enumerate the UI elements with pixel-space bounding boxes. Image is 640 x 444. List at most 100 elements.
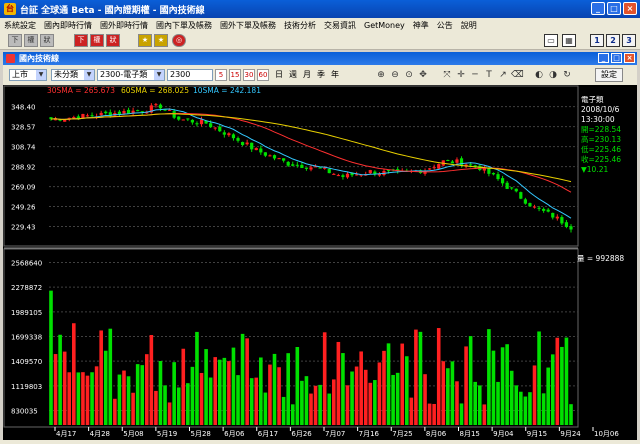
candle-body: [222, 132, 226, 135]
candle-body: [459, 158, 464, 166]
volume-bar: [377, 362, 382, 425]
period-5min-button[interactable]: 5: [215, 69, 227, 81]
period-30min-button[interactable]: 30: [243, 69, 255, 81]
volume-bar: [550, 354, 555, 425]
candle-body: [505, 182, 509, 189]
date-tick-label: 9月24: [560, 430, 581, 438]
menu-item-notice[interactable]: 公告: [437, 20, 453, 31]
market-select[interactable]: 上市 ▼: [9, 69, 47, 81]
candle-body: [240, 142, 245, 146]
toolbar-star-icon-2[interactable]: ★: [154, 34, 168, 47]
minimize-button[interactable]: _: [591, 2, 605, 15]
candle-body: [528, 203, 532, 207]
period-15min-button[interactable]: 15: [229, 69, 241, 81]
volume-bar: [290, 404, 295, 425]
line-tool-icon[interactable]: ─: [469, 69, 481, 81]
volume-bar: [181, 348, 186, 425]
menu-item-domestic-quotes[interactable]: 國內即時行情: [44, 20, 92, 31]
candle-body: [209, 123, 213, 128]
zoom-icon[interactable]: ⊙: [403, 69, 415, 81]
category-select[interactable]: 未分類 ▼: [51, 69, 95, 81]
code-input[interactable]: 2300: [167, 69, 213, 81]
date-tick-label: 7月16: [359, 430, 380, 438]
window-list-icon[interactable]: ▭: [544, 34, 558, 47]
menu-item-system[interactable]: 系統設定: [4, 20, 36, 31]
menu-item-help[interactable]: 說明: [461, 20, 477, 31]
toolbar-button-6[interactable]: 狀: [106, 34, 120, 47]
maximize-button[interactable]: □: [607, 2, 621, 15]
volume-bar: [163, 385, 167, 425]
zoom-out-icon[interactable]: ⊖: [389, 69, 401, 81]
toolbar-button-3[interactable]: 狀: [40, 34, 54, 47]
candle-body: [172, 111, 176, 118]
crosshair-icon[interactable]: ✛: [455, 69, 467, 81]
menu-item-getmoney[interactable]: GetMoney: [364, 21, 405, 30]
volume-bar: [186, 383, 190, 425]
fit-icon[interactable]: ⤧: [441, 69, 453, 81]
close-button[interactable]: ×: [623, 2, 637, 15]
refresh-icon[interactable]: ↻: [561, 69, 573, 81]
eraser-icon[interactable]: ⌫: [511, 69, 524, 81]
menu-item-foreign-orders[interactable]: 國外下單及帳務: [220, 20, 276, 31]
candle-body: [99, 112, 103, 116]
period-year-button[interactable]: 年: [331, 69, 339, 81]
menu-item-technical[interactable]: 技術分析: [284, 20, 316, 31]
candle-body: [81, 114, 85, 119]
menu-item-shenzhun[interactable]: 神準: [413, 20, 429, 31]
volume-bar: [281, 396, 286, 425]
volume-bar: [167, 402, 172, 425]
tile-icon[interactable]: ▦: [562, 34, 576, 47]
volume-bar: [85, 375, 90, 425]
settings-button[interactable]: 設定: [595, 68, 623, 82]
toolbar-star-icon[interactable]: ★: [138, 34, 152, 47]
volume-bar: [58, 334, 62, 425]
indicator-icon[interactable]: ◐: [533, 69, 545, 81]
menu-item-foreign-quotes[interactable]: 國外即時行情: [100, 20, 148, 31]
toolbar-button-1[interactable]: 下: [8, 34, 22, 47]
period-60min-button[interactable]: 60: [257, 69, 269, 81]
color-icon[interactable]: ◑: [547, 69, 559, 81]
layout-3-button[interactable]: 3: [622, 34, 636, 47]
volume-bar: [468, 336, 473, 425]
text-tool-icon[interactable]: T: [483, 69, 495, 81]
toolbar-logo-icon[interactable]: ◎: [172, 34, 186, 47]
move-icon[interactable]: ✥: [417, 69, 429, 81]
layout-2-button[interactable]: 2: [606, 34, 620, 47]
toolbar-button-2[interactable]: 權: [24, 34, 38, 47]
volume-bar: [99, 330, 103, 425]
info-change: ▼10.21: [581, 165, 608, 174]
candle-body: [487, 168, 491, 174]
arrow-tool-icon[interactable]: ↗: [497, 69, 509, 81]
child-window-title: 國內技術線: [19, 54, 59, 63]
candle-body: [227, 133, 231, 136]
menu-item-domestic-orders[interactable]: 國內下單及帳務: [156, 20, 212, 31]
volume-bar: [423, 374, 427, 425]
zoom-in-icon[interactable]: ⊕: [375, 69, 387, 81]
candle-body: [304, 167, 309, 169]
volume-bar: [122, 370, 126, 425]
stock-select[interactable]: 2300-電子類 ▼: [97, 69, 165, 81]
candle-body: [126, 109, 131, 114]
candle-body: [551, 212, 555, 218]
price-tick-label: 308.74: [11, 144, 36, 152]
menu-item-trade-info[interactable]: 交易資訊: [324, 20, 356, 31]
volume-bar: [144, 354, 149, 425]
child-close-button[interactable]: ×: [624, 53, 635, 63]
price-tick-label: 249.26: [11, 204, 36, 212]
child-minimize-button[interactable]: _: [598, 53, 609, 63]
volume-bar: [49, 290, 53, 425]
candle-body: [295, 164, 299, 166]
toolbar-button-5[interactable]: 權: [90, 34, 104, 47]
info-open: 開=228.54: [581, 125, 621, 134]
candle-body: [309, 167, 313, 170]
period-quarter-button[interactable]: 季: [317, 69, 325, 81]
technical-chart[interactable]: 348.40 328.57 308.74 288.92 269.09 249.26 229.…: [3, 85, 637, 440]
child-maximize-button[interactable]: □: [611, 53, 622, 63]
period-month-button[interactable]: 月: [303, 69, 311, 81]
toolbar-button-4[interactable]: 下: [74, 34, 88, 47]
period-week-button[interactable]: 週: [289, 69, 297, 81]
candle-body: [446, 159, 450, 161]
period-day-button[interactable]: 日: [275, 69, 283, 81]
layout-1-button[interactable]: 1: [590, 34, 604, 47]
info-name: 電子類: [581, 94, 604, 104]
